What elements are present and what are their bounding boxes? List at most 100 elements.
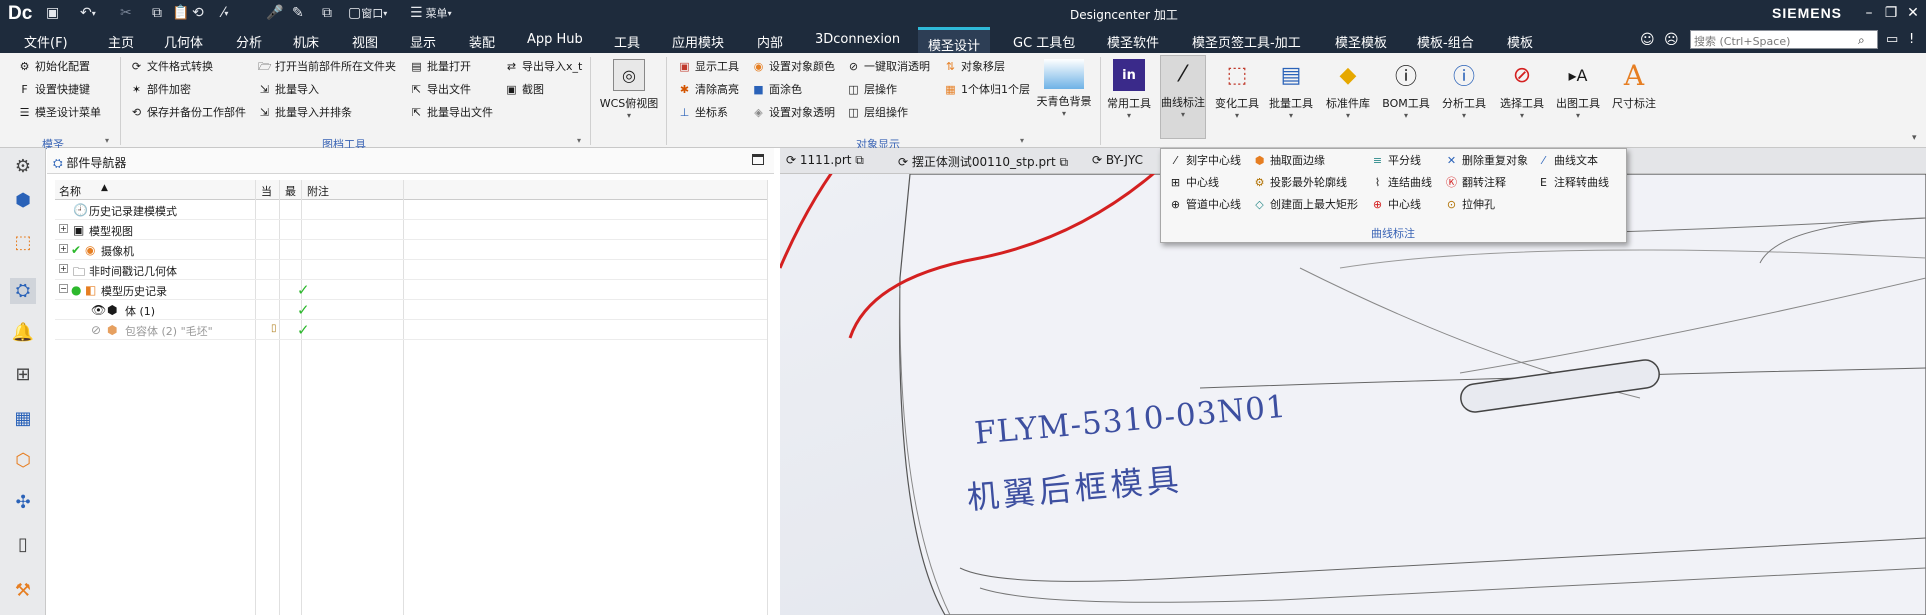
mosheng-design-menu-button[interactable]: ☰ 模圣设计菜单 xyxy=(18,103,101,121)
cancel-transparency-button[interactable]: ⊘ 一键取消透明 xyxy=(847,57,930,75)
menu-app-modules[interactable]: 应用模块 xyxy=(672,32,724,51)
pipe-centerline-item[interactable]: ⊕ 管道中心线 xyxy=(1169,195,1241,213)
menu-internal[interactable]: 内部 xyxy=(757,32,783,51)
repeat-command-icon[interactable]: ⟲ xyxy=(192,3,204,23)
frown-icon[interactable]: ☹ xyxy=(1664,32,1679,48)
col-latest[interactable]: 最 xyxy=(285,183,296,199)
tab-1111[interactable]: ⟳ 1111.prt ⧉ xyxy=(786,153,864,168)
group-expand-icon[interactable]: ▾ xyxy=(577,136,581,145)
col-name[interactable]: 名称 xyxy=(59,183,81,199)
open-part-folder-button[interactable]: 🗁 打开当前部件所在文件夹 xyxy=(258,57,396,75)
group-expand-icon[interactable]: ▾ xyxy=(105,136,109,145)
main-menu-button[interactable]: ☰ 菜单 ▾ xyxy=(410,3,452,23)
expand-icon[interactable]: + xyxy=(59,244,68,253)
cut-icon[interactable]: ✂ xyxy=(120,3,132,23)
menu-template[interactable]: 模板 xyxy=(1507,32,1533,51)
menu-machine[interactable]: 机床 xyxy=(293,32,319,51)
machine-tool-icon[interactable]: ⚒ xyxy=(10,578,36,604)
center-line-item[interactable]: ⊕ 中心线 xyxy=(1371,195,1421,213)
col-notes[interactable]: 附注 xyxy=(307,183,329,199)
save-icon[interactable]: ▣ xyxy=(46,3,59,23)
dimension-annotation-button[interactable]: A 尺寸标注 xyxy=(1608,57,1660,135)
batch-open-button[interactable]: ▤ 批量打开 xyxy=(410,57,471,75)
palette-icon[interactable]: ▦ xyxy=(10,406,36,432)
menu-3dconnexion[interactable]: 3Dconnexion xyxy=(815,32,900,47)
ribbon-collapse-icon[interactable]: ▾ xyxy=(1912,133,1917,143)
sort-up-icon[interactable]: ▲ xyxy=(101,183,108,193)
search-icon[interactable]: ⌕ xyxy=(1858,33,1865,48)
layer-operation-button[interactable]: ◫ 层操作 xyxy=(847,80,897,98)
layer-group-operation-button[interactable]: ◫ 层组操作 xyxy=(847,103,908,121)
menu-file[interactable]: 文件(F) xyxy=(24,32,68,51)
edit-icon[interactable]: ✎ xyxy=(292,3,304,23)
menu-assembly[interactable]: 装配 xyxy=(469,32,495,51)
wcs-top-view-button[interactable]: ◎ WCS俯视图 ▾ xyxy=(598,57,660,135)
display-tools-button[interactable]: ▣ 显示工具 xyxy=(678,57,739,75)
engrave-centerline-item[interactable]: ⁄ 刻字中心线 xyxy=(1169,151,1241,169)
extrude-hole-item[interactable]: ⊙ 拉伸孔 xyxy=(1445,195,1495,213)
max-rectangle-item[interactable]: ◇ 创建面上最大矩形 xyxy=(1253,195,1358,213)
window-switch-icon[interactable]: ⧉ xyxy=(322,3,332,23)
settings-gear-icon[interactable]: ⚙ xyxy=(10,154,36,180)
part-navigator-icon[interactable]: ⛭ xyxy=(10,278,36,304)
menu-geometry[interactable]: 几何体 xyxy=(164,32,203,51)
minimize-icon[interactable]: – xyxy=(1858,2,1880,24)
reuse-library-icon[interactable]: ⊞ xyxy=(10,362,36,388)
batch-import-button[interactable]: ⇲ 批量导入 xyxy=(258,80,319,98)
part-encrypt-button[interactable]: ✶ 部件加密 xyxy=(130,80,191,98)
menu-mosheng-tab-tools[interactable]: 模圣页签工具-加工 xyxy=(1192,32,1301,51)
set-object-transparency-button[interactable]: ◈ 设置对象透明 xyxy=(752,103,835,121)
drawing-tools-button[interactable]: ▸A 出图工具 ▾ xyxy=(1552,57,1604,135)
common-tools-button[interactable]: in 常用工具 ▾ xyxy=(1106,57,1152,135)
tree-row-cameras[interactable]: + ✔ ◉ 摄像机 xyxy=(55,240,767,260)
tree-row-model-views[interactable]: + ▣ 模型视图 xyxy=(55,220,767,240)
undo-icon[interactable]: ↶ ▾ xyxy=(80,3,96,23)
select-tools-button[interactable]: ⊘ 选择工具 ▾ xyxy=(1496,57,1548,135)
standard-parts-library-button[interactable]: ◆ 标准件库 ▾ xyxy=(1322,57,1374,135)
menu-display[interactable]: 显示 xyxy=(410,32,436,51)
expand-icon[interactable]: + xyxy=(59,264,68,273)
tree-row-history-mode[interactable]: 🕘 历史记录建模模式 xyxy=(55,200,767,220)
help-icon[interactable]: ! xyxy=(1909,32,1914,47)
group-expand-icon[interactable]: ▾ xyxy=(1020,136,1024,145)
menu-tools[interactable]: 工具 xyxy=(614,32,640,51)
menu-analysis[interactable]: 分析 xyxy=(236,32,262,51)
face-color-button[interactable]: ■ 面涂色 xyxy=(752,80,802,98)
delete-duplicates-item[interactable]: ✕ 删除重复对象 xyxy=(1445,151,1528,169)
menu-home[interactable]: 主页 xyxy=(108,32,134,51)
menu-template-combo[interactable]: 模板-组合 xyxy=(1417,32,1474,51)
clear-highlight-button[interactable]: ✱ 清除高亮 xyxy=(678,80,739,98)
menu-mosheng-template[interactable]: 模圣模板 xyxy=(1335,32,1387,51)
copy-icon[interactable]: ⧉ xyxy=(152,3,162,23)
export-file-button[interactable]: ⇱ 导出文件 xyxy=(410,80,471,98)
set-object-color-button[interactable]: ◉ 设置对象颜色 xyxy=(752,57,835,75)
batch-tools-button[interactable]: ▤ 批量工具 ▾ xyxy=(1268,57,1314,135)
object-move-layer-button[interactable]: ⇅ 对象移层 xyxy=(944,57,1005,75)
collapse-icon[interactable]: − xyxy=(59,284,68,293)
analysis-tools-button[interactable]: ⓘ 分析工具 ▾ xyxy=(1438,57,1490,135)
menu-mosheng-design[interactable]: 模圣设计 xyxy=(918,27,991,54)
shortcut-settings-button[interactable]: F 设置快捷键 xyxy=(18,80,90,98)
screenshot-button[interactable]: ▣ 截图 xyxy=(505,80,544,98)
curve-annotation-button[interactable]: ⁄ 曲线标注 ▾ xyxy=(1160,55,1206,139)
expand-icon[interactable]: + xyxy=(59,224,68,233)
maximize-icon[interactable] xyxy=(752,154,764,165)
bom-tools-button[interactable]: ⓘ BOM工具 ▾ xyxy=(1380,57,1432,135)
flip-annotation-item[interactable]: Ⓚ 翻转注释 xyxy=(1445,173,1506,191)
batch-export-button[interactable]: ⇱ 批量导出文件 xyxy=(410,103,493,121)
notification-bell-icon[interactable]: 🔔 xyxy=(10,320,36,346)
menu-app-hub[interactable]: App Hub xyxy=(527,32,583,47)
join-curve-item[interactable]: ⌇ 连结曲线 xyxy=(1371,173,1432,191)
project-outer-contour-item[interactable]: ⚙ 投影最外轮廓线 xyxy=(1253,173,1347,191)
tree-row-non-timestamp[interactable]: + 🗀 非时间戳记几何体 xyxy=(55,260,767,280)
sky-blue-background-button[interactable]: 天青色背景 ▾ xyxy=(1034,57,1094,135)
tab-by-jyc[interactable]: ⟳ BY-JYC xyxy=(1092,153,1143,167)
paste-icon[interactable]: 📋 xyxy=(172,3,189,23)
annotation-to-curve-item[interactable]: E 注释转曲线 xyxy=(1537,173,1609,191)
microphone-icon[interactable]: 🎤 xyxy=(266,3,283,23)
bisector-item[interactable]: ≡ 平分线 xyxy=(1371,151,1421,169)
roles-icon[interactable]: ⬡ xyxy=(10,448,36,474)
tree-row-model-history[interactable]: − ● ◧ 模型历史记录 ✓ xyxy=(55,280,767,300)
smile-icon[interactable]: ☺ xyxy=(1640,32,1655,48)
tab-alignment-test[interactable]: ⟳ 摆正体测试00110_stp.prt ⧉ xyxy=(898,153,1068,170)
